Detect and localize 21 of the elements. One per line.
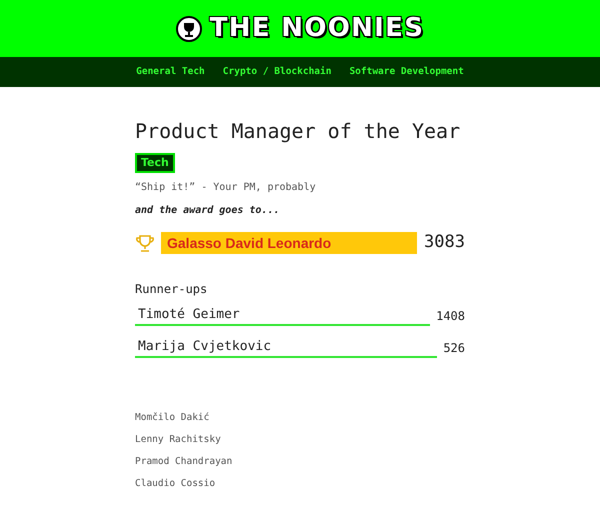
nominee-name: Lenny Rachitsky — [135, 432, 221, 446]
trophy-logo-icon — [176, 16, 202, 42]
nominee-name: Momčilo Dakić — [135, 410, 210, 424]
runner-up-name: Timoté Geimer — [135, 306, 430, 326]
category-tag[interactable]: Tech — [135, 153, 175, 173]
winner-name: Galasso David Leonardo — [161, 232, 417, 254]
trophy-icon — [135, 232, 155, 253]
runner-up-votes: 1408 — [436, 308, 465, 324]
nav-link[interactable]: Software Development — [349, 64, 464, 80]
nav-link[interactable]: General Tech — [136, 64, 205, 80]
award-quote: “Ship it!” - Your PM, probably — [135, 181, 317, 195]
winner-votes: 3083 — [424, 231, 465, 254]
nav-link[interactable]: Crypto / Blockchain — [222, 64, 332, 80]
nominee-name: Claudio Cossio — [135, 476, 216, 490]
runner-up-votes: 526 — [443, 340, 465, 356]
runner-up-name: Marija Cvjetkovic — [135, 338, 438, 358]
nominee-name: Pramod Chandrayan — [135, 454, 232, 468]
winner-intro: and the award goes to... — [135, 204, 280, 218]
runner-ups-heading: Runner-ups — [135, 280, 208, 298]
logo-text: THE NOONIES — [210, 12, 424, 45]
award-title: Product Manager of the Year — [135, 118, 462, 145]
